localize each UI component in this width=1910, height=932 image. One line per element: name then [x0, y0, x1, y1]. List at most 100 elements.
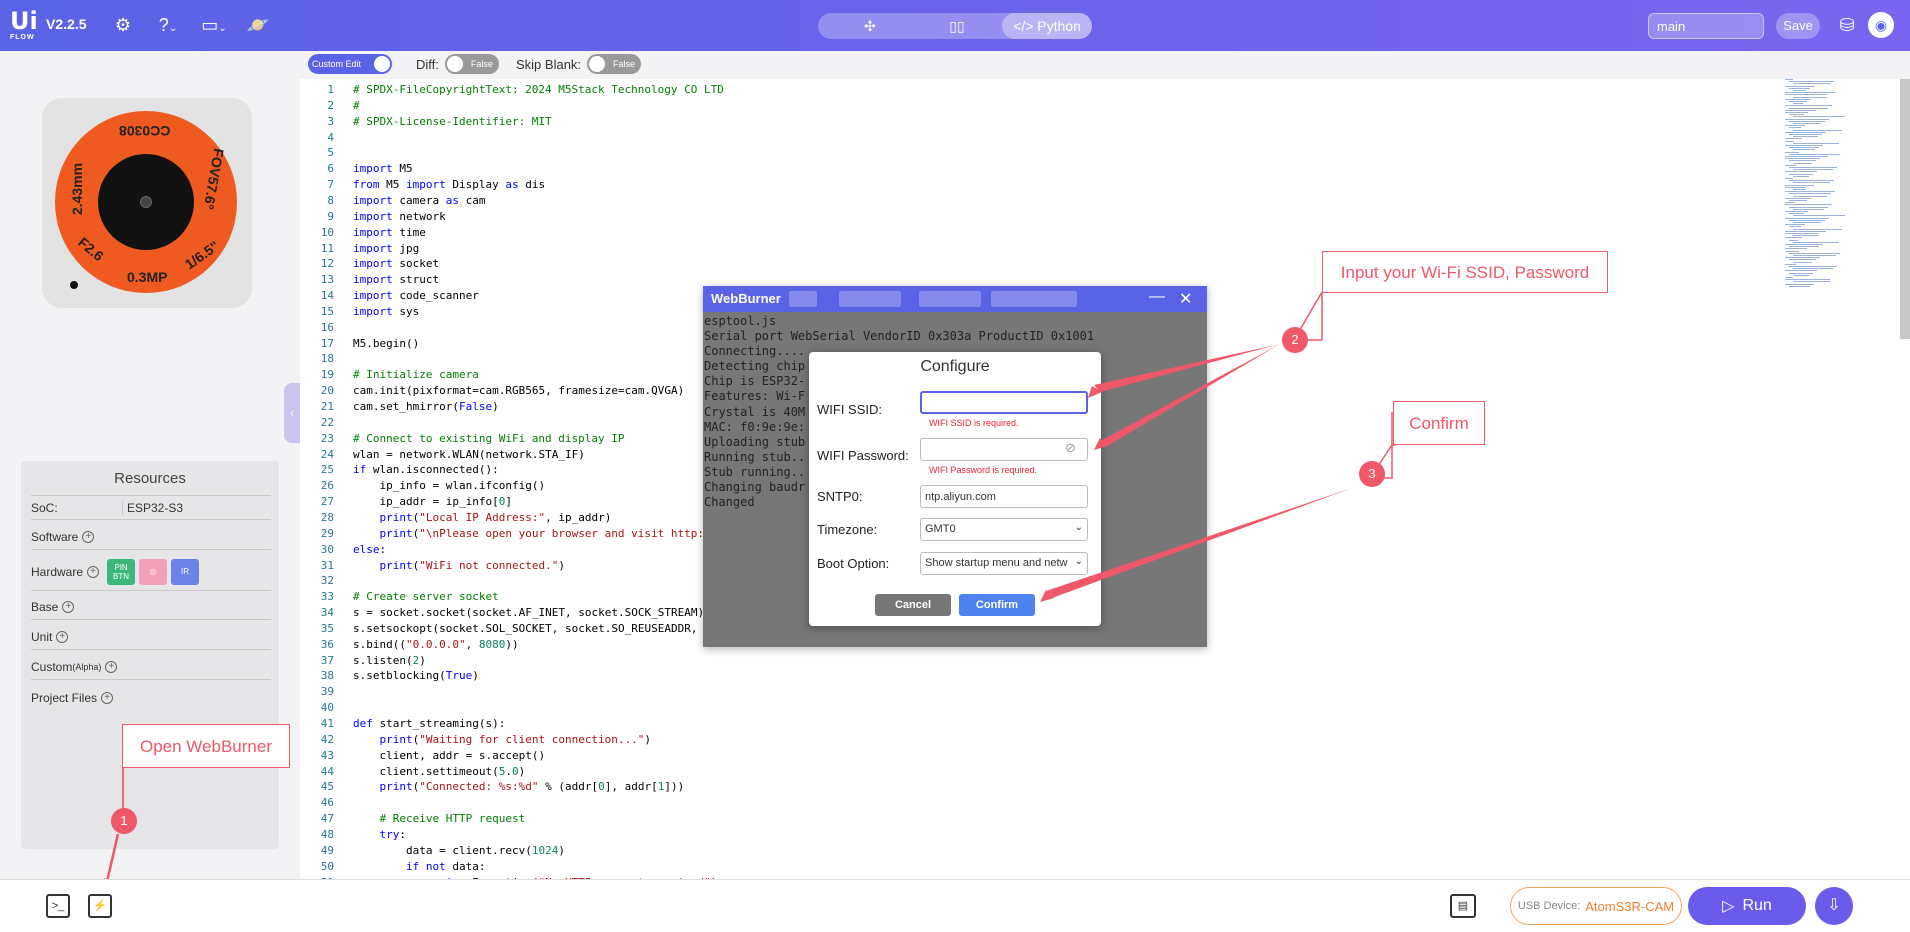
code-line[interactable]: 37 s.listen(2): [300, 653, 1600, 669]
timezone-select[interactable]: GMT0 ⌄: [920, 518, 1088, 541]
toggle-knob: [446, 56, 463, 72]
skip-blank-label: Skip Blank:: [516, 56, 582, 72]
code-line[interactable]: 2 #: [300, 98, 1600, 114]
add-icon[interactable]: +: [82, 531, 95, 543]
line-number: 20: [320, 384, 334, 398]
project-files-row[interactable]: Project Files +: [31, 685, 271, 710]
code-line[interactable]: 45 print("Connected: %s:%d" % (addr[0], …: [300, 779, 1600, 795]
code-line[interactable]: 48 try:: [300, 827, 1600, 843]
code-line[interactable]: 3 # SPDX-License-Identifier: MIT: [300, 114, 1600, 130]
terminal-icon[interactable]: >_: [46, 894, 70, 918]
settings-tab[interactable]: [991, 291, 1077, 307]
minimap-line: [1793, 195, 1827, 197]
editor-scrollbar[interactable]: [1900, 79, 1910, 339]
line-number: 16: [320, 320, 334, 334]
base-row[interactable]: Base +: [31, 595, 271, 620]
code-line[interactable]: 41 def start_streaming(s):: [300, 716, 1600, 732]
code-line[interactable]: 8 import camera as cam: [300, 193, 1600, 209]
code-line[interactable]: 10 import time: [300, 225, 1600, 241]
code-minimap[interactable]: [1785, 79, 1895, 299]
view-mode-switch: ✣ ▯▯ </> Python: [818, 13, 1092, 39]
tool-tab[interactable]: [919, 291, 981, 307]
add-icon[interactable]: +: [87, 565, 100, 578]
folder-icon[interactable]: ▭⌄: [196, 12, 232, 38]
cancel-button[interactable]: Cancel: [875, 594, 951, 616]
custom-row[interactable]: Custom (Alpha) +: [31, 655, 271, 680]
resources-title: Resources: [114, 470, 186, 487]
minimap-line: [1785, 211, 1808, 212]
download-button[interactable]: ⇩: [1815, 887, 1853, 925]
line-number: 2: [327, 98, 334, 112]
branch-select[interactable]: main: [1648, 13, 1764, 39]
confirm-button[interactable]: Confirm: [959, 594, 1035, 616]
minimap-line: [1793, 268, 1833, 270]
code-line[interactable]: 7 from M5 import Display as dis: [300, 177, 1600, 193]
pin-button-badge[interactable]: PIN BTN: [107, 558, 136, 585]
database-icon[interactable]: ⛁: [1834, 12, 1860, 38]
user-avatar[interactable]: ◉: [1868, 12, 1894, 38]
usb-device-badge[interactable]: USB Device: AtomS3R-CAM: [1510, 887, 1682, 925]
code-line[interactable]: 1 # SPDX-FileCopyrightText: 2024 M5Stack …: [300, 82, 1600, 98]
boot-option-select[interactable]: Show startup menu and netw ⌄: [920, 552, 1088, 575]
code-line[interactable]: 42 print("Waiting for client connection.…: [300, 732, 1600, 748]
ir-badge[interactable]: IR: [171, 558, 200, 585]
flash-tab[interactable]: [839, 291, 901, 307]
add-icon[interactable]: +: [105, 661, 118, 673]
code-text: if not data:: [405, 859, 486, 873]
software-row[interactable]: Software +: [31, 525, 271, 550]
settings-gear-icon[interactable]: ⚙: [110, 12, 136, 38]
add-icon[interactable]: +: [62, 601, 75, 613]
custom-edit-toggle[interactable]: Custom Edit: [308, 54, 392, 74]
line-number: 25: [320, 463, 334, 477]
code-line[interactable]: 44 client.settimeout(5.0): [300, 764, 1600, 780]
collapse-panel-handle[interactable]: ‹: [284, 383, 300, 443]
minimap-line: [1785, 244, 1823, 245]
ssid-input[interactable]: [920, 391, 1088, 414]
line-number: 35: [320, 621, 334, 635]
planet-icon[interactable]: 🪐: [245, 12, 271, 38]
code-line[interactable]: 47 # Receive HTTP request: [300, 811, 1600, 827]
line-number: 46: [320, 796, 334, 810]
code-text: data = client.recv(1024): [405, 843, 565, 857]
eye-off-icon[interactable]: ⊘: [1065, 440, 1076, 456]
minimap-line: [1789, 259, 1816, 261]
link-icon[interactable]: [789, 291, 817, 307]
code-line[interactable]: 4: [300, 130, 1600, 146]
unit-row[interactable]: Unit +: [31, 625, 271, 650]
blocks-view-tab[interactable]: ✣: [828, 13, 912, 39]
help-icon[interactable]: ?⌄: [150, 12, 186, 38]
password-input[interactable]: [920, 438, 1088, 461]
python-view-tab[interactable]: </> Python: [1002, 13, 1092, 39]
code-line[interactable]: 49 data = client.recv(1024): [300, 843, 1600, 859]
minimap-line: [1785, 204, 1832, 206]
code-line[interactable]: 6 import M5: [300, 161, 1600, 177]
device-manager-icon[interactable]: ▤: [1450, 894, 1476, 918]
code-line[interactable]: 38 s.setblocking(True): [300, 668, 1600, 684]
webburner-icon[interactable]: ⚡: [88, 894, 112, 918]
diff-toggle[interactable]: False: [444, 54, 499, 74]
minimap-line: [1785, 270, 1817, 272]
split-view-icon: ▯▯: [949, 18, 965, 34]
add-icon[interactable]: +: [101, 691, 114, 704]
code-line[interactable]: 5: [300, 145, 1600, 161]
sntp-input[interactable]: [920, 485, 1088, 508]
sensor-badge[interactable]: ◎: [139, 558, 168, 585]
add-icon[interactable]: +: [56, 631, 69, 643]
chevron-down-icon: ⌄: [1074, 522, 1083, 533]
minimap-line: [1785, 105, 1832, 107]
close-icon[interactable]: ✕: [1179, 289, 1192, 309]
line-number: 29: [320, 526, 334, 540]
code-line[interactable]: 50 if not data:: [300, 859, 1600, 875]
code-text: import code_scanner: [353, 289, 479, 303]
minimize-icon[interactable]: —: [1149, 288, 1165, 306]
code-line[interactable]: 40: [300, 700, 1600, 716]
line-number: 6: [327, 162, 334, 176]
code-line[interactable]: 43 client, addr = s.accept(): [300, 748, 1600, 764]
split-view-tab[interactable]: ▯▯: [914, 13, 1000, 39]
code-line[interactable]: 39: [300, 684, 1600, 700]
skip-blank-toggle[interactable]: False: [587, 54, 642, 74]
code-line[interactable]: 46: [300, 795, 1600, 811]
save-button[interactable]: Save: [1776, 13, 1820, 39]
code-line[interactable]: 9 import network: [300, 209, 1600, 225]
run-button[interactable]: ▷ Run: [1688, 887, 1806, 925]
